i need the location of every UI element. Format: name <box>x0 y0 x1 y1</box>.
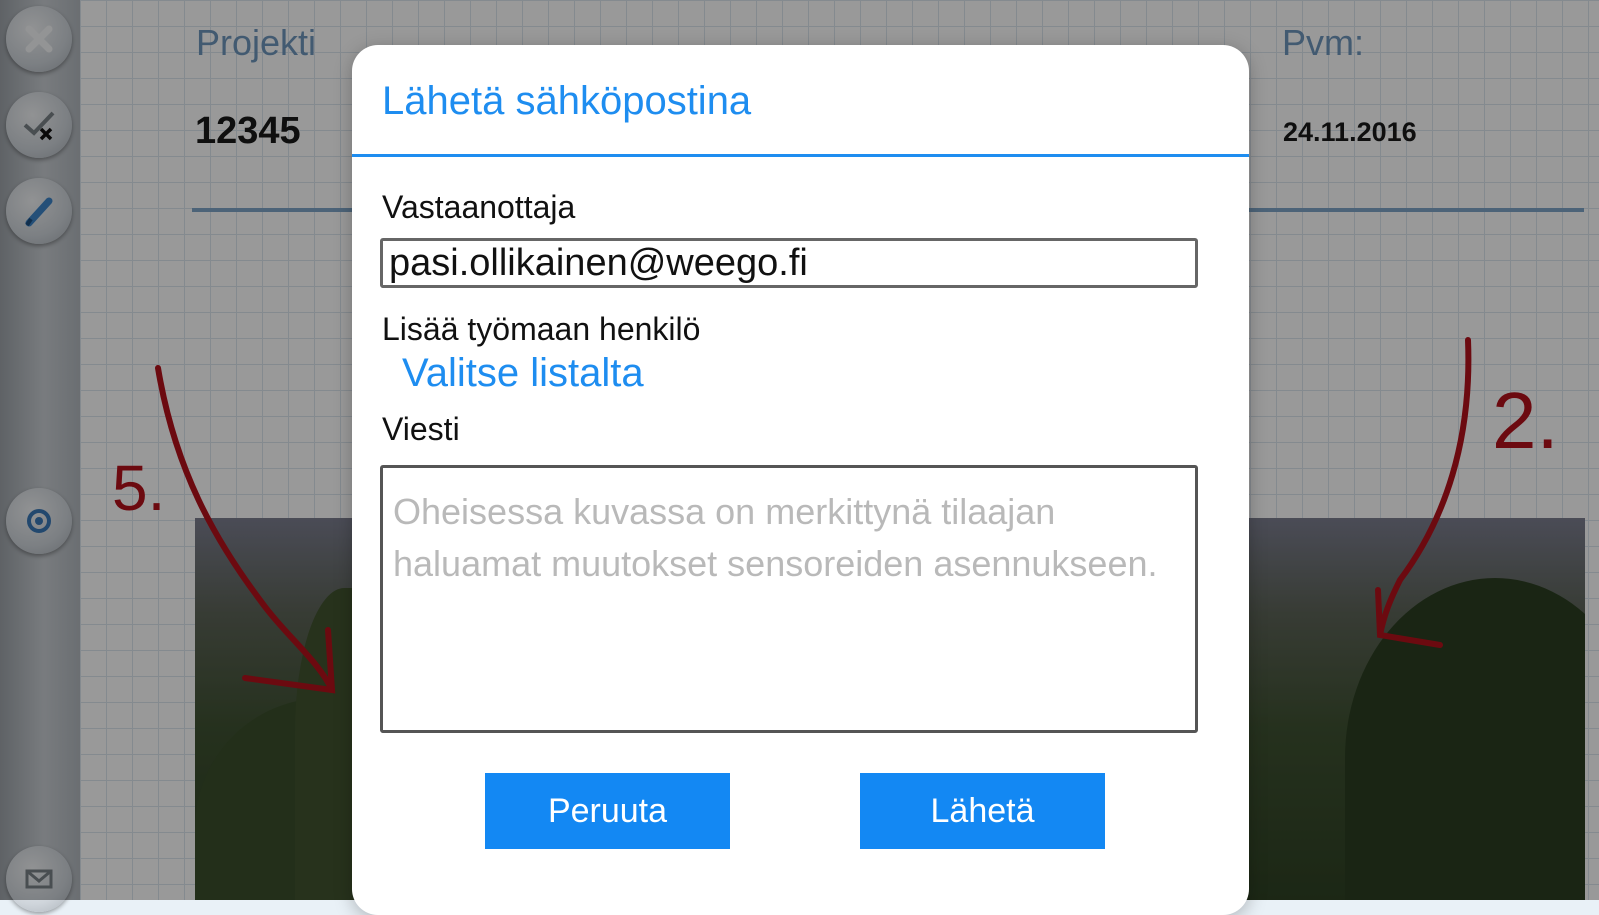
pick-from-list-link[interactable]: Valitse listalta <box>402 353 644 393</box>
email-dialog: Lähetä sähköpostina Vastaanottaja Lisää … <box>352 45 1249 915</box>
dialog-title: Lähetä sähköpostina <box>382 79 752 123</box>
recipient-label: Vastaanottaja <box>382 189 576 225</box>
cancel-button[interactable]: Peruuta <box>485 773 730 849</box>
message-label: Viesti <box>382 411 460 447</box>
send-button[interactable]: Lähetä <box>860 773 1105 849</box>
recipient-input[interactable] <box>380 238 1198 288</box>
message-textarea[interactable] <box>380 465 1198 733</box>
add-person-label: Lisää työmaan henkilö <box>382 311 701 347</box>
title-divider <box>352 154 1249 157</box>
